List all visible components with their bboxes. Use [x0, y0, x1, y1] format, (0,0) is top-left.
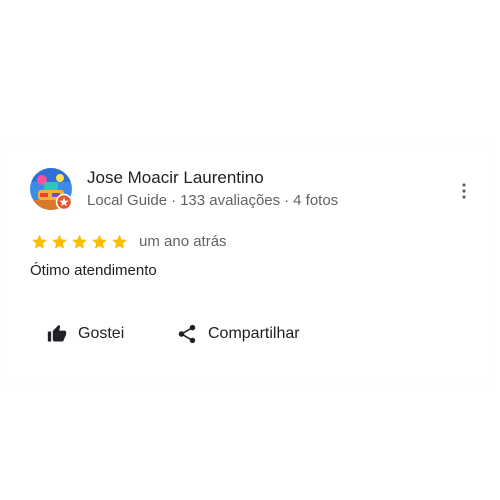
more-vert-icon [462, 183, 466, 199]
more-options-button[interactable] [454, 178, 474, 204]
star-icon [72, 234, 87, 249]
author-meta: Local Guide · 133 avaliações · 4 fotos [87, 192, 338, 209]
share-button[interactable]: Compartilhar [176, 321, 300, 347]
thumb-up-icon [47, 324, 67, 342]
photos-count: 4 fotos [293, 192, 339, 209]
star-icon [112, 234, 127, 249]
review-time: um ano atrás [139, 233, 227, 250]
star-icon [52, 234, 67, 249]
reviews-count: 133 avaliações [180, 192, 281, 209]
share-label: Compartilhar [208, 325, 300, 342]
star-icon [92, 234, 107, 249]
share-icon [178, 324, 196, 344]
avatar-image [30, 168, 73, 211]
star-icon [32, 234, 47, 249]
meta-separator: · [284, 192, 290, 209]
author-avatar[interactable] [30, 168, 73, 211]
star-rating [30, 233, 129, 251]
meta-separator: · [171, 192, 177, 209]
local-guide-badge: Local Guide [87, 192, 168, 209]
review-text: Ótimo atendimento [30, 262, 157, 279]
like-button[interactable]: Gostei [46, 321, 124, 347]
like-label: Gostei [78, 325, 125, 342]
author-name[interactable]: Jose Moacir Laurentino [87, 168, 264, 188]
